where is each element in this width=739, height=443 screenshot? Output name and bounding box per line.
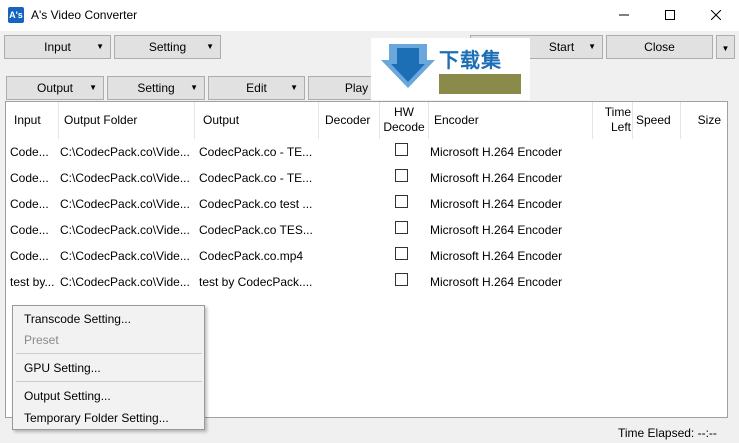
hw-decode-checkbox[interactable] (395, 195, 408, 208)
column-header-speed[interactable]: Speed (636, 102, 680, 139)
setting-button[interactable]: Setting ▼ (114, 35, 221, 59)
close-window-button[interactable] (693, 0, 739, 31)
close-button-label: Close (644, 40, 675, 54)
title-bar: A's A's Video Converter (0, 0, 739, 31)
edit-button-label: Edit (246, 81, 267, 95)
window-title: A's Video Converter (31, 8, 138, 22)
menu-item-output-setting[interactable]: Output Setting... (24, 389, 111, 403)
table-row[interactable]: test by... C:\CodecPack.co\Vide... test … (6, 269, 727, 295)
watermark-bar (439, 74, 521, 94)
output-button[interactable]: Output ▼ (6, 76, 104, 100)
maximize-icon (665, 10, 675, 20)
download-arrow-icon (381, 44, 435, 88)
input-button[interactable]: Input ▼ (4, 35, 111, 59)
start-button-label: Start (548, 40, 575, 54)
time-elapsed-status: Time Elapsed: --:-- (618, 426, 717, 440)
edit-button[interactable]: Edit ▼ (208, 76, 305, 100)
chevron-down-icon: ▼ (290, 83, 298, 92)
watermark-text: 下载集 (439, 48, 502, 72)
menu-separator (16, 381, 202, 382)
table-row[interactable]: Code... C:\CodecPack.co\Vide... CodecPac… (6, 243, 727, 269)
chevron-down-icon: ▼ (721, 44, 730, 53)
hw-decode-checkbox[interactable] (395, 221, 408, 234)
table-row[interactable]: Code... C:\CodecPack.co\Vide... CodecPac… (6, 191, 727, 217)
input-button-label: Input (44, 40, 71, 54)
maximize-button[interactable] (647, 0, 693, 31)
minimize-button[interactable] (601, 0, 647, 31)
context-menu: Transcode Setting... Preset GPU Setting.… (12, 305, 205, 430)
column-header-encoder[interactable]: Encoder (434, 102, 592, 139)
close-dropdown-button[interactable]: ▼ (716, 35, 735, 59)
setting-second-button[interactable]: Setting ▼ (107, 76, 205, 100)
menu-item-preset: Preset (24, 333, 59, 347)
chevron-down-icon: ▼ (206, 42, 214, 51)
play-button-label: Play (344, 81, 369, 95)
hw-decode-checkbox[interactable] (395, 273, 408, 286)
table-row[interactable]: Code... C:\CodecPack.co\Vide... CodecPac… (6, 165, 727, 191)
app-icon: A's (8, 7, 24, 23)
hw-decode-checkbox[interactable] (395, 143, 408, 156)
hw-decode-checkbox[interactable] (395, 169, 408, 182)
column-header-size[interactable]: Size (686, 102, 724, 139)
column-header-hw-decode[interactable]: HW Decode (380, 102, 428, 139)
chevron-down-icon: ▼ (96, 42, 104, 51)
chevron-down-icon: ▼ (588, 42, 596, 51)
column-header-time-left[interactable]: Time Left (593, 102, 631, 139)
minimize-icon (619, 14, 629, 16)
table-row[interactable]: Code... C:\CodecPack.co\Vide... CodecPac… (6, 217, 727, 243)
watermark-logo: 下载集 (371, 38, 530, 100)
chevron-down-icon: ▼ (89, 83, 97, 92)
close-button[interactable]: Close (606, 35, 713, 59)
column-header-output-folder[interactable]: Output Folder (64, 102, 194, 139)
menu-item-gpu-setting[interactable]: GPU Setting... (24, 361, 101, 375)
menu-item-transcode-setting[interactable]: Transcode Setting... (24, 312, 131, 326)
output-button-label: Output (36, 81, 74, 95)
hw-decode-checkbox[interactable] (395, 247, 408, 260)
menu-separator (16, 353, 202, 354)
table-row[interactable]: Code... C:\CodecPack.co\Vide... CodecPac… (6, 139, 727, 165)
chevron-down-icon: ▼ (190, 83, 198, 92)
menu-item-temporary-folder-setting[interactable]: Temporary Folder Setting... (24, 411, 169, 425)
column-header-decoder[interactable]: Decoder (325, 102, 380, 139)
setting-button-label: Setting (148, 40, 187, 54)
setting-second-button-label: Setting (137, 81, 175, 95)
column-header-input[interactable]: Input (14, 102, 59, 139)
column-header-output[interactable]: Output (203, 102, 318, 139)
close-icon (711, 10, 721, 20)
